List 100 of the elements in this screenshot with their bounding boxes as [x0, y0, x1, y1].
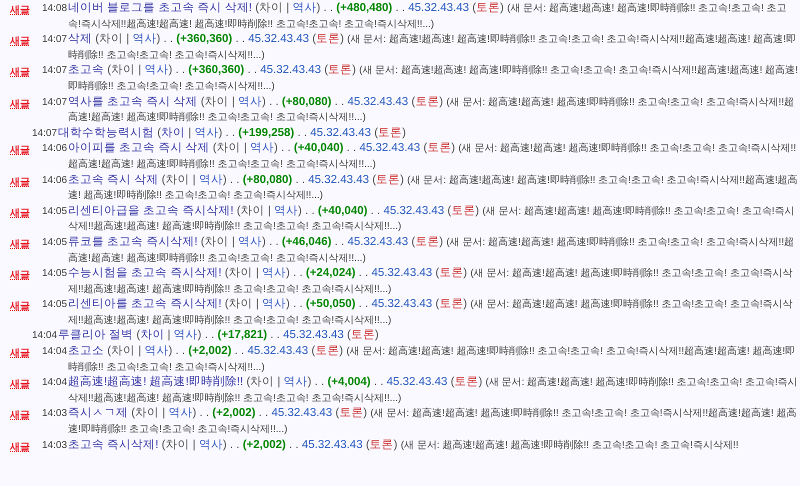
talk-link[interactable]: 토론 — [328, 64, 352, 76]
talk-link[interactable]: 토론 — [439, 267, 464, 280]
new-page-label: 새글 — [10, 176, 30, 188]
timestamp: 14:05 — [42, 298, 68, 312]
page-title-link[interactable]: 수능시험을 초고속 즉시삭제! — [68, 267, 222, 280]
user-ip-link[interactable]: 45.32.43.43 — [347, 96, 408, 108]
user-ip-link[interactable]: 45.32.43.43 — [371, 267, 432, 280]
timestamp: 14:05 — [42, 204, 68, 219]
history-link[interactable]: 역사 — [144, 345, 168, 358]
change-entry: 리센티아급을 초고속 즉시삭제! (차이 | 역사) . . (+40,040) . . 45.32.43.43 (토론) (새 문서: 超高速!超高速! 超高速!即時削除!! 초고속!초고속! 초고속!즉시삭제!!超高速!超高速! 超高速!即時削除!! 초고속!초고속! 초고속!즉시삭제!!...) — [68, 204, 796, 234]
talk-link[interactable]: 토론 — [476, 2, 500, 14]
user-ip-link[interactable]: 45.32.43.43 — [248, 33, 310, 46]
timestamp: 14:04 — [42, 376, 68, 390]
history-link[interactable]: 역사 — [194, 126, 218, 139]
timestamp: 14:06 — [42, 174, 68, 188]
new-page-label: 새글 — [10, 5, 30, 16]
history-link[interactable]: 역사 — [250, 142, 274, 154]
new-page-label: 새글 — [10, 410, 30, 422]
new-page-label: 새글 — [10, 301, 30, 312]
change-entry: 즉시ㅅㄱ제 (차이 | 역사) . . (+2,002) . . 45.32.43.43 (토론) (새 문서: 超高速!超高速! 超高速!即時削除!! 초고속!초고속! 초고속!즉시삭제!!超高速!超高速! 超高速!即時削除!! 초고속!초고속! 초고속!즉시삭제!!...) — [68, 406, 798, 438]
page-title-link[interactable]: 루클리아 절벽 — [58, 329, 134, 342]
change-entry: 루클리아 절벽 (차이 | 역사) . . (+17,821) . . 45.32.43.43 (토론) — [58, 328, 380, 344]
user-ip-link[interactable]: 45.32.43.43 — [347, 236, 408, 248]
history-link[interactable]: 역사 — [292, 2, 316, 14]
talk-link[interactable]: 토론 — [439, 298, 464, 310]
page-title-link[interactable]: 超高速!超高速! 超高速!即時削除!! — [68, 376, 244, 388]
talk-link[interactable]: 토론 — [415, 236, 440, 248]
timestamp: 14:03 — [42, 438, 68, 453]
history-link[interactable]: 역사 — [168, 407, 192, 420]
user-ip-link[interactable]: 45.32.43.43 — [359, 142, 420, 154]
timestamp: 14:07 — [42, 96, 68, 110]
timestamp: 14:05 — [42, 267, 68, 282]
new-page-label: 새글 — [10, 98, 30, 110]
talk-link[interactable]: 토론 — [370, 438, 394, 451]
page-title-link[interactable]: 초고소 — [68, 345, 104, 358]
talk-link[interactable]: 토론 — [427, 142, 452, 154]
timestamp: 14:05 — [42, 236, 68, 250]
user-ip-link[interactable]: 45.32.43.43 — [247, 345, 308, 358]
user-ip-link[interactable]: 45.32.43.43 — [408, 2, 469, 14]
timestamp: 14:07 — [32, 126, 58, 141]
page-title-link[interactable]: 초고속 즉시삭제! — [68, 438, 158, 451]
history-link[interactable]: 역사 — [198, 174, 223, 186]
timestamp: 14:07 — [42, 64, 68, 78]
page-title-link[interactable]: 아이피를 초고속 즉시 삭제 — [68, 142, 210, 154]
change-entry: 초고속 즉시삭제! (차이 | 역사) . . (+2,002) . . 45.32.43.43 (토론) (새 문서: 超高速!超高速! 超高速!即時削除!! 초고속!초고속! 초고속!즉시삭제!! — [68, 438, 740, 453]
change-entry: 삭제 (차이 | 역사) . . (+360,360) . . 45.32.43.43 (토론) (새 문서: 超高速!超高速! 超高速!即時削除!! 초고속!초고속! 초고속!즉시삭제!!超高速!超高速! 超高速!即時削除!! 초고속!초고속! 초고속!즉시삭제!!...) — [68, 32, 798, 63]
new-page-label: 새글 — [10, 270, 30, 282]
talk-link[interactable]: 토론 — [316, 33, 340, 46]
user-ip-link[interactable]: 45.32.43.43 — [371, 298, 432, 310]
talk-link[interactable]: 토론 — [454, 376, 478, 388]
user-ip-link[interactable]: 45.32.43.43 — [310, 126, 372, 139]
talk-link[interactable]: 토론 — [376, 174, 400, 186]
new-page-label: 새글 — [10, 348, 30, 360]
change-entry: 역사를 초고속 즉시 삭제 (차이 | 역사) . . (+80,080) . . 45.32.43.43 (토론) (새 문서: 超高速!超高速! 超高速!即時削除!! 초고속!초고속! 초고속!즉시삭제!!超高速!超高速! 超高速!即時削除!! 초고속!초고속! 초고속!즉시삭제!!...) — [68, 94, 796, 126]
timestamp: 14:04 — [32, 329, 58, 344]
user-ip-link[interactable]: 45.32.43.43 — [383, 204, 444, 217]
change-entry: 류코를 초고속 즉시삭제! (차이 | 역사) . . (+46,046) . . 45.32.43.43 (토론) (새 문서: 超高速!超高速! 超高速!即時削除!! 초고속!초고속! 초고속!즉시삭제!!超高速!超高速! 超高速!即時削除!! 초고속!초고속! 초고속!즉시삭제!!...) — [68, 234, 796, 266]
change-entry: 초고속 (차이 | 역사) . . (+360,360) . . 45.32.43.43 (토론) (새 문서: 超高速!超高速! 超高速!即時削除!! 초고속!초고속! 초고속!즉시삭제!!超高速!超高速! 超高速!即時削除!! 초고속!초고속! 초고속!즉시삭제!!...) — [68, 63, 798, 94]
page-title-link[interactable]: 초고속 — [68, 64, 104, 76]
history-link[interactable]: 역사 — [198, 438, 223, 451]
talk-link[interactable]: 토론 — [339, 407, 364, 420]
history-link[interactable]: 역사 — [274, 204, 298, 217]
page-title-link[interactable]: 초고속 즉시 삭제 — [68, 174, 158, 186]
history-link[interactable]: 역사 — [238, 236, 262, 248]
page-title-link[interactable]: 류코를 초고속 즉시삭제! — [68, 236, 198, 248]
history-link[interactable]: 역사 — [132, 33, 156, 46]
new-page-label: 새글 — [10, 67, 30, 78]
talk-link[interactable]: 토론 — [378, 126, 402, 139]
page-title-link[interactable]: 네이버 블로그를 초고속 즉시 삭제! — [68, 2, 252, 14]
page-title-link[interactable]: 즉시ㅅㄱ제 — [68, 407, 128, 420]
user-ip-link[interactable]: 45.32.43.43 — [302, 438, 363, 451]
history-link[interactable]: 역사 — [174, 329, 198, 342]
page-title-link[interactable]: 리센티아급을 초고속 즉시삭제! — [68, 204, 234, 217]
talk-link[interactable]: 토론 — [350, 329, 375, 342]
user-ip-link[interactable]: 45.32.43.43 — [283, 329, 344, 342]
diff-link[interactable]: 차이 — [161, 126, 186, 139]
page-title-link[interactable]: 역사를 초고속 즉시 삭제 — [68, 96, 198, 108]
user-ip-link[interactable]: 45.32.43.43 — [271, 407, 332, 420]
change-entry: 아이피를 초고속 즉시 삭제 (차이 | 역사) . . (+40,040) . . 45.32.43.43 (토론) (새 문서: 超高速!超高速! 超高速!即時削除!! 초고속!초고속! 초고속!즉시삭제!!超高速!超高速! 超高速!即時削除!! 초고속!초고속! 초고속!즉시삭제!!...) — [68, 141, 798, 172]
history-link[interactable]: 역사 — [262, 298, 286, 310]
history-link[interactable]: 역사 — [144, 64, 168, 76]
page-title-link[interactable]: 삭제 — [68, 33, 92, 46]
page-title-link[interactable]: 대학수학능력시험 — [58, 126, 154, 139]
timestamp: 14:04 — [42, 345, 68, 360]
user-ip-link[interactable]: 45.32.43.43 — [386, 376, 448, 388]
new-page-label: 새글 — [10, 145, 30, 156]
diff-link[interactable]: 차이 — [140, 329, 164, 342]
talk-link[interactable]: 토론 — [315, 345, 340, 358]
new-page-label: 새글 — [10, 238, 30, 250]
user-ip-link[interactable]: 45.32.43.43 — [260, 64, 322, 76]
change-entry: 초고속 즉시 삭제 (차이 | 역사) . . (+80,080) . . 45.32.43.43 (토론) (새 문서: 超高速!超高速! 超高速!即時削除!! 초고속!초고속! 초고속!즉시삭제!!超高速!超高速! 超高速!即時削除!! 초고속!초고속! 초고속!즉시삭제!!...) — [68, 172, 798, 204]
timestamp: 14:07 — [42, 33, 68, 48]
history-link[interactable]: 역사 — [238, 96, 262, 108]
talk-link[interactable]: 토론 — [415, 96, 440, 108]
change-entry: 네이버 블로그를 초고속 즉시 삭제! (차이 | 역사) . . (+480,480) . . 45.32.43.43 (토론) (새 문서: 超高速!超高速! 超高速!即時削除!! 초고속!초고속! 초고속!즉시삭제!!超高速!超高速! 超高速!即時削除!! 초고속!초고속! 초고속!즉시삭제!!...) — [68, 1, 788, 32]
talk-link[interactable]: 토론 — [451, 204, 476, 217]
page-title-link[interactable]: 리센티아를 초고속 즉시삭제! — [68, 298, 222, 310]
history-link[interactable]: 역사 — [284, 376, 308, 388]
history-link[interactable]: 역사 — [262, 267, 286, 280]
user-ip-link[interactable]: 45.32.43.43 — [308, 174, 370, 186]
